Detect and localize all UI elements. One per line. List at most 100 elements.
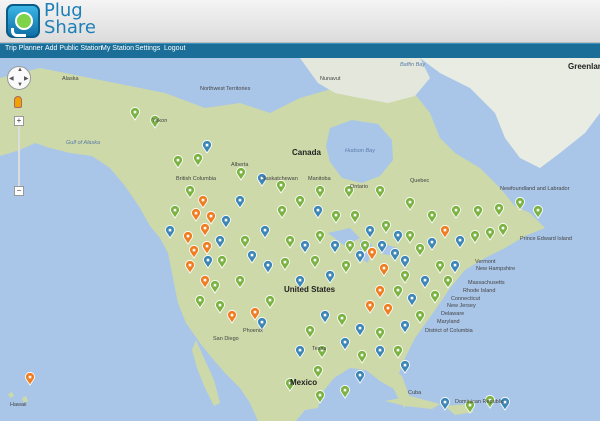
label-delaware: Delaware	[441, 311, 465, 317]
station-marker-glyph	[380, 243, 384, 247]
station-marker-glyph	[196, 156, 200, 160]
station-marker-glyph	[370, 250, 374, 254]
label-connecticut: Connecticut	[451, 296, 481, 302]
station-marker-glyph	[266, 263, 270, 267]
label-gulf-of-alaska: Gulf of Alaska	[66, 140, 101, 146]
station-marker-glyph	[205, 244, 209, 248]
station-marker-glyph	[358, 373, 362, 377]
zoom-out-button[interactable]: −	[14, 186, 24, 196]
station-marker-glyph	[224, 218, 228, 222]
station-marker-glyph	[279, 183, 283, 187]
station-marker-glyph	[423, 278, 427, 282]
station-marker-glyph	[288, 238, 292, 242]
label-vermont: Vermont	[475, 259, 496, 265]
label-alaska: Alaska	[62, 76, 79, 82]
station-marker-glyph	[308, 328, 312, 332]
station-marker-glyph	[378, 348, 382, 352]
station-marker-glyph	[368, 303, 372, 307]
label-manitoba: Manitoba	[308, 176, 331, 182]
pan-control[interactable]: ▲ ▼ ◀ ▶	[7, 66, 31, 90]
zoom-in-button[interactable]: +	[14, 116, 24, 126]
station-marker-glyph	[476, 208, 480, 212]
label-saskatchewan: Saskatchewan	[262, 176, 298, 182]
nav-logout[interactable]: Logout	[164, 45, 185, 52]
label-prince-edward-island: Prince Edward Island	[520, 236, 572, 242]
label-newfoundland: Newfoundland and Labrador	[500, 186, 570, 192]
station-marker-glyph	[238, 278, 242, 282]
street-view-pegman-icon[interactable]	[14, 96, 22, 108]
label-district-of-columbia: District of Columbia	[425, 328, 473, 334]
label-phoenix: Phoenix	[243, 328, 263, 334]
station-marker-glyph	[205, 143, 209, 147]
station-marker-glyph	[363, 243, 367, 247]
label-quebec: Quebec	[410, 178, 430, 184]
station-marker-glyph	[209, 214, 213, 218]
station-marker-glyph	[201, 198, 205, 202]
label-british-columbia: British Columbia	[176, 176, 217, 182]
map-view[interactable]: Greenland Canada United States Mexico Cu…	[0, 58, 600, 421]
station-marker-glyph	[303, 243, 307, 247]
label-rhode-island: Rhode Island	[463, 288, 496, 294]
station-marker-glyph	[238, 198, 242, 202]
station-marker-glyph	[488, 230, 492, 234]
station-marker-glyph	[318, 393, 322, 397]
station-marker-glyph	[283, 260, 287, 264]
station-marker-glyph	[28, 375, 32, 379]
station-marker-glyph	[433, 293, 437, 297]
label-mexico: Mexico	[290, 378, 318, 387]
nav-settings[interactable]: Settings	[135, 45, 160, 52]
map-canvas[interactable]	[0, 58, 600, 421]
station-marker-glyph	[358, 326, 362, 330]
station-marker-glyph	[410, 296, 414, 300]
app-header: Plug Share	[0, 0, 600, 43]
station-marker-glyph	[446, 278, 450, 282]
station-marker-glyph	[203, 278, 207, 282]
label-san-diego: San Diego	[213, 336, 239, 342]
station-marker-glyph	[443, 400, 447, 404]
zoom-slider-track[interactable]	[18, 126, 20, 186]
pan-down-icon[interactable]: ▼	[17, 82, 23, 88]
label-massachusetts: Massachusetts	[468, 280, 505, 286]
station-marker-glyph	[384, 223, 388, 227]
nav-trip-planner[interactable]: Trip Planner	[5, 45, 43, 52]
station-marker-glyph	[403, 323, 407, 327]
station-marker-glyph	[378, 330, 382, 334]
station-marker-glyph	[443, 228, 447, 232]
station-marker-glyph	[318, 233, 322, 237]
station-marker-glyph	[173, 208, 177, 212]
station-marker-glyph	[243, 238, 247, 242]
plugshare-logo-icon[interactable]	[6, 4, 40, 38]
station-marker-glyph	[403, 273, 407, 277]
station-marker-glyph	[318, 188, 322, 192]
pan-up-icon[interactable]: ▲	[17, 67, 23, 73]
label-maryland: Maryland	[437, 319, 460, 325]
pan-right-icon[interactable]: ▶	[24, 75, 29, 82]
station-marker-glyph	[280, 208, 284, 212]
pan-left-icon[interactable]: ◀	[9, 75, 14, 82]
station-marker-glyph	[328, 273, 332, 277]
station-marker-glyph	[396, 233, 400, 237]
station-marker-glyph	[253, 310, 257, 314]
station-marker-glyph	[503, 400, 507, 404]
station-marker-glyph	[218, 303, 222, 307]
station-marker-glyph	[198, 298, 202, 302]
label-hudson-bay: Hudson Bay	[345, 148, 375, 154]
station-marker-glyph	[418, 246, 422, 250]
logo-line-2: Share	[44, 17, 96, 38]
nav-my-station[interactable]: My Station	[101, 45, 134, 52]
station-marker-glyph	[333, 243, 337, 247]
label-united-states: United States	[284, 285, 336, 294]
station-marker-glyph	[430, 240, 434, 244]
station-marker-glyph	[298, 278, 302, 282]
station-marker-glyph	[323, 313, 327, 317]
station-marker-glyph	[213, 283, 217, 287]
logo-text[interactable]: Plug Share	[44, 2, 96, 38]
nav-bar: Trip Planner Add Public Station My Stati…	[0, 43, 600, 58]
station-marker-glyph	[396, 348, 400, 352]
station-marker-glyph	[386, 306, 390, 310]
station-marker-glyph	[250, 253, 254, 257]
nav-add-public-station[interactable]: Add Public Station	[45, 45, 102, 52]
station-marker-glyph	[518, 200, 522, 204]
station-marker-glyph	[358, 253, 362, 257]
label-greenland: Greenland	[568, 62, 600, 71]
